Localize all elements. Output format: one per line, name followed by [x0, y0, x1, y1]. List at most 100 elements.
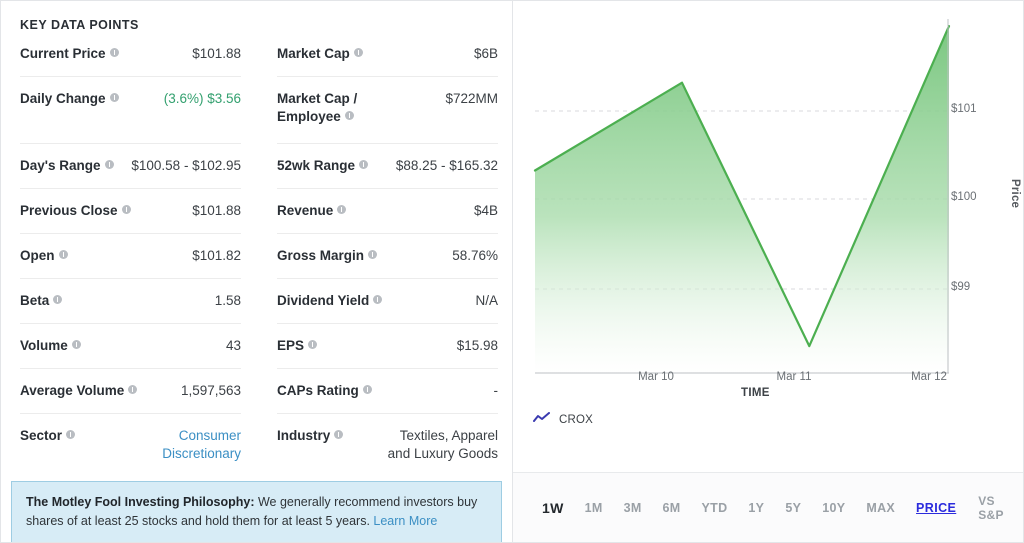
key-data-row-value: N/A: [475, 293, 498, 308]
info-icon[interactable]: [359, 160, 369, 169]
page-title: KEY DATA POINTS: [20, 18, 139, 32]
x-tick-label: Mar 12: [911, 371, 947, 383]
key-data-row-label: Gross Margin: [277, 247, 378, 265]
y-tick-label: $100: [951, 191, 977, 203]
range-button-10y[interactable]: 10Y: [822, 501, 845, 515]
info-icon[interactable]: [109, 93, 119, 102]
key-data-row: Volume 43: [20, 324, 241, 369]
key-data-row: Current Price $101.88: [20, 32, 241, 77]
stock-quote-panel: KEY DATA POINTS Current Price $101.88 Dail…: [0, 0, 1024, 543]
key-data-label-text: Daily Change: [20, 91, 106, 106]
key-data-row-label: Previous Close: [20, 202, 131, 220]
vs-sp-view-tab[interactable]: VS S&P: [978, 494, 1004, 522]
chart-legend[interactable]: CROX: [533, 411, 593, 429]
key-data-row-label: Revenue: [277, 202, 347, 220]
key-data-label-text: Volume: [20, 338, 68, 353]
time-range-toolbar: 1W 1M 3M 6M YTD 1Y 5Y 10Y MAX PRICE VS S&P: [513, 472, 1023, 542]
key-data-label-text: Previous Close: [20, 203, 118, 218]
range-button-5y[interactable]: 5Y: [785, 501, 801, 515]
philosophy-heading: The Motley Fool Investing Philosophy:: [26, 495, 255, 509]
info-icon[interactable]: [362, 385, 372, 394]
key-data-row-value: $101.88: [192, 203, 241, 218]
key-data-row-label: Sector: [20, 427, 76, 445]
key-data-row-label: Dividend Yield: [277, 292, 383, 310]
info-icon[interactable]: [121, 205, 131, 214]
info-icon[interactable]: [104, 160, 114, 169]
key-data-row: Daily Change (3.6%) $3.56: [20, 77, 241, 144]
key-data-label-text: Revenue: [277, 203, 334, 218]
info-icon[interactable]: [337, 205, 347, 214]
range-button-ytd[interactable]: YTD: [702, 501, 728, 515]
key-data-label-text: Market Cap: [277, 46, 350, 61]
key-data-row: Day's Range $100.58 - $102.95: [20, 144, 241, 189]
key-data-row-value: $100.58 - $102.95: [131, 158, 241, 173]
range-button-6m[interactable]: 6M: [663, 501, 681, 515]
key-data-row: Gross Margin 58.76%: [277, 234, 498, 279]
price-area-chart[interactable]: [513, 1, 1023, 472]
key-data-label-text: Day's Range: [20, 158, 101, 173]
price-chart-panel: $101 $100 $99 Price Mar 10 Mar 11 Mar 12…: [513, 1, 1023, 542]
range-button-1w[interactable]: 1W: [542, 500, 564, 516]
info-icon[interactable]: [353, 48, 363, 57]
info-icon[interactable]: [66, 430, 76, 439]
info-icon[interactable]: [368, 250, 378, 259]
learn-more-link[interactable]: Learn More: [373, 514, 437, 528]
y-tick-label: $99: [951, 281, 971, 293]
key-data-row-value: $6B: [473, 46, 498, 61]
info-icon[interactable]: [128, 385, 138, 394]
key-data-row-label: Daily Change: [20, 90, 119, 108]
key-data-label-text: EPS: [277, 338, 305, 353]
key-data-row-label: Volume: [20, 337, 81, 355]
line-chart-icon: [533, 411, 550, 429]
key-data-row: Revenue $4B: [277, 189, 498, 234]
key-data-row-label: Industry: [277, 427, 344, 445]
key-data-row: 52wk Range $88.25 - $165.32: [277, 144, 498, 189]
info-icon[interactable]: [373, 295, 383, 304]
key-data-row-value: $722MM: [445, 91, 498, 106]
range-button-3m[interactable]: 3M: [624, 501, 642, 515]
key-data-row-label: Market Cap: [277, 45, 363, 63]
x-tick-label: Mar 10: [638, 371, 674, 383]
key-data-right-column: Market Cap $6B Market Cap / Employee $722MM…: [259, 32, 498, 475]
key-data-row: Industry Textiles, Apparel and Luxury Goo…: [277, 414, 498, 475]
key-data-row-label: 52wk Range: [277, 157, 369, 175]
key-data-row-label: EPS: [277, 337, 318, 355]
key-data-row: Sector Consumer Discretionary: [20, 414, 241, 475]
info-icon[interactable]: [58, 250, 68, 259]
range-button-1y[interactable]: 1Y: [748, 501, 764, 515]
key-data-row-value: Textiles, Apparel and Luxury Goods: [387, 428, 498, 461]
key-data-row-value: $88.25 - $165.32: [395, 158, 498, 173]
info-icon[interactable]: [53, 295, 63, 304]
info-icon[interactable]: [109, 48, 119, 57]
price-view-tab[interactable]: PRICE: [916, 501, 956, 515]
key-data-row-label: Beta: [20, 292, 63, 310]
key-data-label-text: Open: [20, 248, 55, 263]
key-data-row: Average Volume 1,597,563: [20, 369, 241, 414]
key-data-row-value: 1,597,563: [180, 383, 241, 398]
key-data-row-label: Average Volume: [20, 382, 138, 400]
key-data-row-value: 58.76%: [452, 248, 498, 263]
x-axis-title: TIME: [741, 387, 770, 399]
range-button-max[interactable]: MAX: [866, 501, 895, 515]
range-button-1m[interactable]: 1M: [585, 501, 603, 515]
key-data-row: Beta 1.58: [20, 279, 241, 324]
key-data-row: Market Cap / Employee $722MM: [277, 77, 498, 144]
chart-area[interactable]: $101 $100 $99 Price Mar 10 Mar 11 Mar 12…: [513, 1, 1023, 472]
legend-item-label: CROX: [559, 414, 594, 426]
key-data-label-text: Gross Margin: [277, 248, 365, 263]
key-data-row-label: Current Price: [20, 45, 119, 63]
y-tick-label: $101: [951, 103, 977, 115]
key-data-row-value-link[interactable]: Consumer Discretionary: [162, 427, 241, 463]
key-data-row-value: -: [493, 383, 499, 398]
info-icon[interactable]: [334, 430, 344, 439]
key-data-label-text: Beta: [20, 293, 50, 308]
key-data-label-text: Sector: [20, 428, 63, 443]
info-icon[interactable]: [71, 340, 81, 349]
info-icon[interactable]: [344, 111, 354, 120]
key-data-points-grid: Current Price $101.88 Daily Change (3.6%) $…: [1, 32, 512, 475]
info-icon[interactable]: [308, 340, 318, 349]
key-data-points-panel: KEY DATA POINTS Current Price $101.88 Dail…: [1, 1, 513, 542]
key-data-row-value: $15.98: [456, 338, 498, 353]
x-tick-label: Mar 11: [776, 371, 812, 383]
key-data-label-text: Industry: [277, 428, 331, 443]
